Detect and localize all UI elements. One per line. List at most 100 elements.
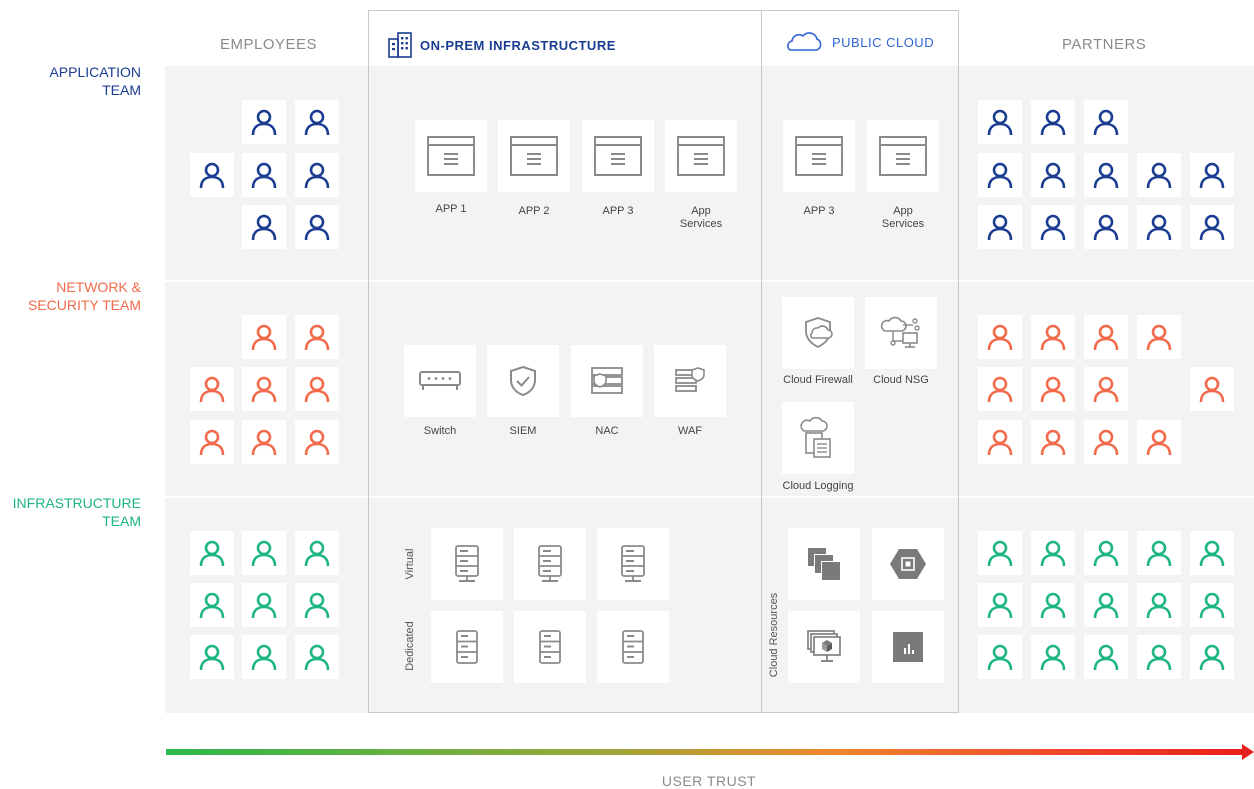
application-person-tile — [295, 100, 339, 144]
infrastructure-person-tile — [1031, 531, 1075, 575]
person-icon — [1040, 644, 1066, 671]
application-team-line1: APPLICATION — [49, 64, 141, 80]
person-icon — [251, 109, 277, 136]
person-icon — [199, 644, 225, 671]
application-person-tile — [1084, 153, 1128, 197]
infrastructure-person-tile — [1031, 583, 1075, 627]
person-icon — [1040, 592, 1066, 619]
person-icon — [304, 109, 330, 136]
app-window — [415, 120, 487, 192]
siem-box — [487, 345, 559, 417]
user-trust-label: USER TRUST — [661, 773, 757, 789]
cloud-document-icon — [800, 417, 831, 458]
person-icon — [251, 324, 277, 351]
person-icon — [1040, 540, 1066, 567]
person-icon — [1040, 162, 1066, 189]
application-person-tile — [242, 153, 286, 197]
infrastructure-person-tile — [295, 531, 339, 575]
cloud-network-icon — [881, 316, 920, 348]
application-person-tile — [1084, 100, 1128, 144]
cloud-resource-tile — [872, 528, 944, 600]
waf-box — [654, 345, 726, 417]
cloud-icon — [787, 32, 822, 51]
application-person-tile — [978, 153, 1022, 197]
infrastructure-person-tile — [1031, 635, 1075, 679]
app-caption: APP 2 — [498, 205, 570, 218]
app-caption-line1: App — [691, 205, 711, 217]
network-person-tile — [190, 367, 234, 411]
dedicated-server — [514, 611, 586, 683]
person-icon — [987, 540, 1013, 567]
person-icon — [1199, 214, 1225, 241]
person-icon — [1093, 540, 1119, 567]
person-icon — [1146, 644, 1172, 671]
cloud-resource-tile — [788, 611, 860, 683]
app-caption: APP 3 — [582, 205, 654, 218]
app-caption-line1: APP 3 — [602, 205, 634, 217]
person-icon — [987, 162, 1013, 189]
application-person-tile — [1137, 153, 1181, 197]
app-window-icon — [594, 136, 642, 176]
person-icon — [251, 214, 277, 241]
waf-caption: WAF — [677, 425, 703, 437]
application-person-tile — [295, 205, 339, 249]
person-icon — [1199, 540, 1225, 567]
app-caption-line2: Services — [881, 218, 925, 230]
cloud-firewall-box — [782, 297, 854, 369]
person-icon — [251, 644, 277, 671]
switch-box — [404, 345, 476, 417]
infrastructure-person-tile — [1137, 531, 1181, 575]
cloud-resource-tile — [872, 611, 944, 683]
application-person-tile — [1190, 205, 1234, 249]
application-person-tile — [1084, 205, 1128, 249]
app-window-icon — [677, 136, 725, 176]
person-icon — [1040, 109, 1066, 136]
network-person-tile — [295, 420, 339, 464]
cloud-header-label: PUBLIC CLOUD — [832, 34, 935, 50]
person-icon — [199, 162, 225, 189]
virtual-server — [514, 528, 586, 600]
person-icon — [1146, 429, 1172, 456]
infrastructure-person-tile — [295, 583, 339, 627]
cloud-resources-label: Cloud Resources — [768, 592, 780, 678]
network-person-tile — [978, 315, 1022, 359]
network-person-tile — [1084, 315, 1128, 359]
person-icon — [304, 429, 330, 456]
application-person-tile — [1137, 205, 1181, 249]
person-icon — [1093, 214, 1119, 241]
app-window — [582, 120, 654, 192]
person-icon — [1093, 324, 1119, 351]
person-icon — [1093, 644, 1119, 671]
network-person-tile — [1031, 315, 1075, 359]
person-icon — [1093, 109, 1119, 136]
network-person-tile — [978, 420, 1022, 464]
shield-check-icon — [510, 365, 536, 397]
app-caption: APP 1 — [415, 203, 487, 216]
server-shield-icon — [591, 367, 623, 394]
server-icon — [539, 630, 561, 664]
employees-header: EMPLOYEES — [220, 36, 318, 53]
virtual-server — [597, 528, 669, 600]
cloud-nsg-box — [865, 297, 937, 369]
switch-icon — [419, 371, 461, 390]
hexagon-chip-icon — [890, 549, 926, 579]
server-icon — [621, 545, 645, 582]
infrastructure-person-tile — [1084, 635, 1128, 679]
virtual-server — [431, 528, 503, 600]
person-icon — [1146, 540, 1172, 567]
application-person-tile — [1031, 100, 1075, 144]
siem-caption: SIEM — [509, 425, 537, 437]
app-caption: App Services — [665, 205, 737, 231]
infrastructure-person-tile — [1137, 583, 1181, 627]
app-caption-line1: App — [893, 205, 913, 217]
cloud-header: PUBLIC CLOUD — [784, 32, 934, 52]
app-caption-line1: APP 1 — [435, 203, 467, 215]
person-icon — [1199, 162, 1225, 189]
partners-header: PARTNERS — [1062, 36, 1147, 53]
application-person-tile — [242, 100, 286, 144]
person-icon — [304, 644, 330, 671]
infrastructure-person-tile — [190, 531, 234, 575]
network-person-tile — [1137, 420, 1181, 464]
person-icon — [251, 429, 277, 456]
app-window — [498, 120, 570, 192]
